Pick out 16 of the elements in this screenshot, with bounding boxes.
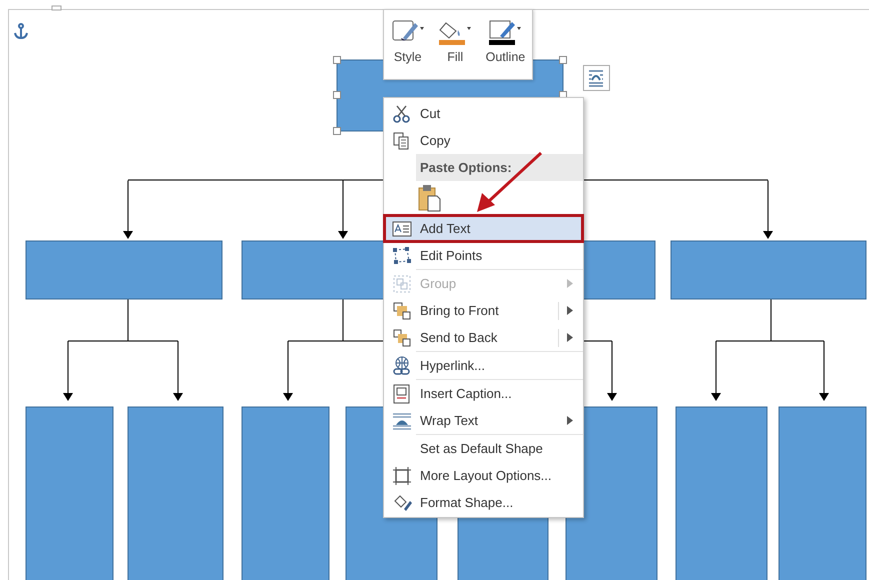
- fill-button[interactable]: Fill: [437, 18, 474, 64]
- menu-item[interactable]: Cut: [384, 100, 583, 127]
- menu-item[interactable]: Wrap Text: [384, 407, 583, 434]
- paste-options-heading: Paste Options:: [420, 160, 512, 175]
- menu-item[interactable]: Format Shape...: [384, 489, 583, 516]
- menu-item[interactable]: Insert Caption...: [384, 380, 583, 407]
- menu-item[interactable]: More Layout Options...: [384, 462, 583, 489]
- outline-button[interactable]: Outline: [484, 18, 526, 64]
- menu-item[interactable]: Hyperlink...: [384, 352, 583, 379]
- menu-item[interactable]: Add Text: [384, 215, 583, 242]
- menu-item[interactable]: Send to Back: [384, 324, 583, 351]
- menu-item[interactable]: Bring to Front: [384, 297, 583, 324]
- menu-item[interactable]: Copy: [384, 127, 583, 154]
- menu-item[interactable]: Edit Points: [384, 242, 583, 269]
- style-button[interactable]: Style: [390, 18, 426, 64]
- menu-item[interactable]: Set as Default Shape: [384, 435, 583, 462]
